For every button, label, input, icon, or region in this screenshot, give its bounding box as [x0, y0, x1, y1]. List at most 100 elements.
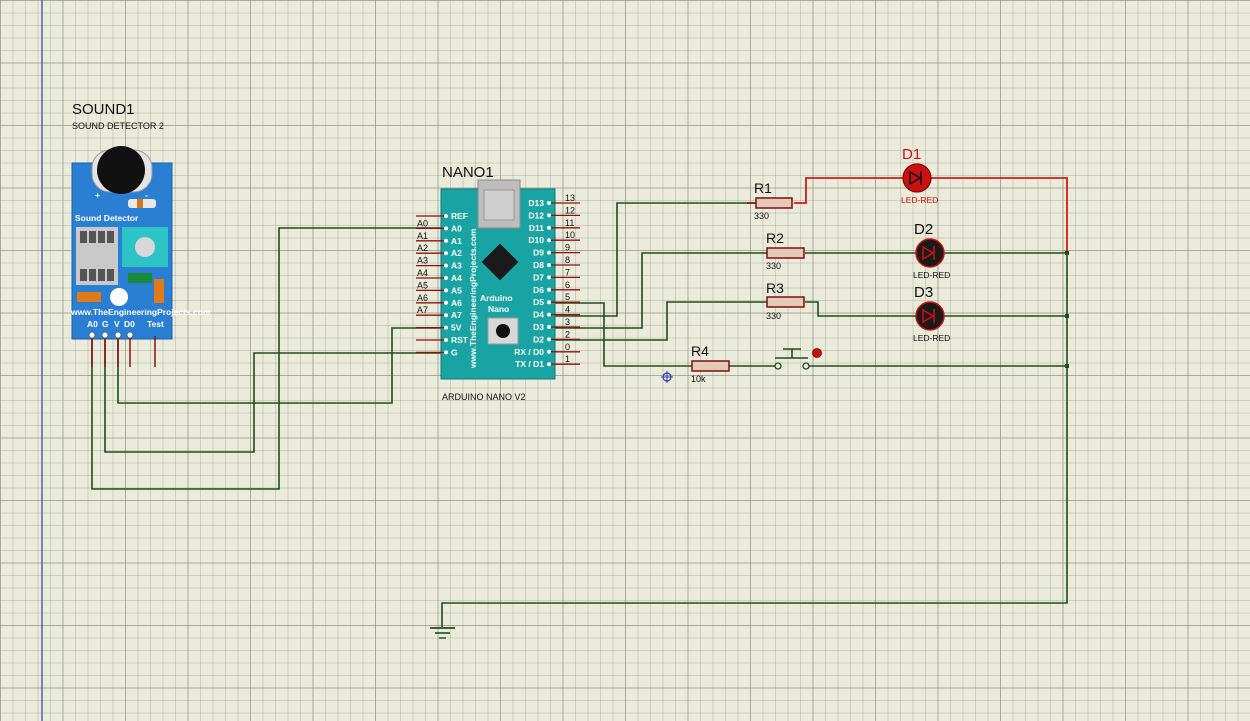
nano-pin-number: 4 — [565, 305, 570, 315]
nano-pin-dot — [547, 250, 551, 255]
nano-pin-number: 8 — [565, 255, 570, 265]
nano-pin-number: 7 — [565, 267, 570, 277]
d2-model: LED-RED — [913, 270, 950, 280]
nano-right-pin-label: D5 — [533, 297, 544, 307]
nano-left-pin-label: G — [451, 347, 458, 357]
nano-right-pin-label: D7 — [533, 272, 544, 282]
d1-model: LED-RED — [901, 195, 938, 205]
nano-pin-dot — [444, 214, 448, 218]
nano-pin-number: 6 — [565, 280, 570, 290]
nano-pin-dot — [547, 263, 551, 267]
nano-net-label: A7 — [417, 305, 428, 315]
nano-model: ARDUINO NANO V2 — [442, 392, 526, 402]
nano-pin-dot — [444, 288, 448, 293]
nano-pin-number: 0 — [565, 342, 570, 352]
wire-d2-r3[interactable] — [553, 301, 767, 341]
nano-pin-dot — [444, 350, 448, 355]
resistor-body — [766, 247, 805, 259]
junction-dot — [1065, 364, 1069, 368]
nano-left-pin-label: A5 — [451, 285, 462, 295]
nano-left-pin-label: 5V — [451, 323, 462, 333]
nano-left-pin-label: A2 — [451, 248, 462, 258]
nano-pin-dot — [547, 349, 551, 354]
nano-left-pin-label: A4 — [451, 273, 462, 283]
nano-left-pin-label: REF — [451, 211, 468, 221]
nano-right-pin-label: D6 — [533, 285, 544, 295]
nano-left-pin-label: A0 — [451, 223, 462, 233]
nano-brand-1: Arduino — [480, 293, 513, 303]
r2-value: 330 — [766, 261, 781, 271]
switch-state-indicator-icon[interactable] — [812, 348, 822, 358]
sound-pin-test-label: Test — [147, 319, 164, 329]
led-d3[interactable]: D3 LED-RED — [913, 284, 950, 343]
nano-pin-number: 9 — [565, 243, 570, 253]
r4-value: 10k — [691, 374, 706, 384]
nano-right-pin-label: D9 — [533, 248, 544, 258]
nano-right-pin-label: D3 — [533, 322, 544, 332]
nano-pin-dot — [444, 276, 448, 280]
nano-pin-number: 12 — [565, 205, 575, 215]
d3-model: LED-RED — [913, 333, 950, 343]
sound-pin-v-label: V — [114, 319, 120, 329]
nano-net-label: A1 — [417, 231, 428, 241]
nano-net-label: A4 — [417, 268, 428, 278]
nano-net-label: A3 — [417, 256, 428, 266]
nano-pin-dot — [547, 201, 551, 205]
d2-ref: D2 — [914, 221, 933, 238]
resistor-r4[interactable]: R4 10k — [691, 343, 730, 384]
nano-pin-dot — [547, 362, 551, 367]
nano-pin-dot — [547, 287, 551, 292]
plus-label: + — [95, 190, 100, 200]
microphone-icon — [97, 146, 145, 194]
r1-ref: R1 — [754, 180, 772, 196]
junction-dot — [1065, 251, 1069, 255]
nano-pin-dot — [444, 251, 448, 256]
nano-pin-dot — [444, 325, 448, 330]
led-d2[interactable]: D2 LED-RED — [913, 221, 950, 280]
wire-d4-r1[interactable] — [553, 202, 756, 317]
r1-value: 330 — [754, 211, 769, 221]
nano-right-pin-label: D10 — [528, 235, 544, 245]
nano-net-label: A6 — [417, 293, 428, 303]
wire-r3-d3[interactable] — [805, 301, 916, 317]
sound-website: www.TheEngineeringProjects.com — [70, 307, 211, 317]
sensor-led — [110, 288, 128, 306]
r3-ref: R3 — [766, 280, 784, 296]
nano-pin-number: 5 — [565, 292, 570, 302]
resistor-r3[interactable]: R3 330 — [766, 280, 805, 321]
r2-ref: R2 — [766, 230, 784, 246]
nano-pin-number: 1 — [565, 354, 570, 364]
nano-right-pin-label: D4 — [533, 310, 544, 320]
nano-left-pin-label: A6 — [451, 298, 462, 308]
junction-dot — [1065, 314, 1069, 318]
sound-detector-module[interactable]: SOUND1 SOUND DETECTOR 2 + - Sound Detect… — [70, 101, 211, 367]
resistor-r1[interactable]: R1 330 — [747, 180, 793, 221]
arduino-nano[interactable]: NANO1 ARDUINO NANO V2 Arduino Nano www.T… — [416, 164, 580, 402]
resistor-r2[interactable]: R2 330 — [766, 230, 805, 271]
nano-pin-dot — [444, 300, 448, 305]
sound-model: SOUND DETECTOR 2 — [72, 121, 164, 131]
d3-ref: D3 — [914, 284, 933, 301]
nano-left-pin-label: A1 — [451, 236, 462, 246]
schematic-canvas: SOUND1 SOUND DETECTOR 2 + - Sound Detect… — [41, 0, 1069, 721]
wire-d1-rail[interactable] — [931, 177, 1068, 253]
nano-right-pin-label: TX / D1 — [515, 359, 544, 369]
wire-r1-d1[interactable] — [794, 177, 903, 204]
nano-pin-dot — [444, 238, 448, 243]
nano-pin-number: 10 — [565, 230, 575, 240]
nano-pin-dot — [547, 337, 551, 342]
wire-d5-r4[interactable] — [553, 302, 692, 367]
nano-right-pin-label: RX / D0 — [514, 347, 544, 357]
nano-pin-number: 11 — [565, 218, 574, 228]
nano-net-label: A0 — [417, 218, 428, 228]
nano-pin-dot — [547, 238, 551, 243]
nano-net-label: A5 — [417, 280, 428, 290]
minus-label: - — [145, 190, 148, 200]
nano-brand-2: Nano — [488, 304, 509, 314]
led-d1[interactable]: D1 LED-RED — [901, 146, 938, 205]
sound-board-title: Sound Detector — [75, 213, 139, 223]
nano-pin-dot — [444, 313, 448, 318]
nano-right-pin-label: D13 — [528, 198, 544, 208]
ground-symbol[interactable] — [430, 627, 455, 639]
nano-pin-dot — [547, 275, 551, 280]
